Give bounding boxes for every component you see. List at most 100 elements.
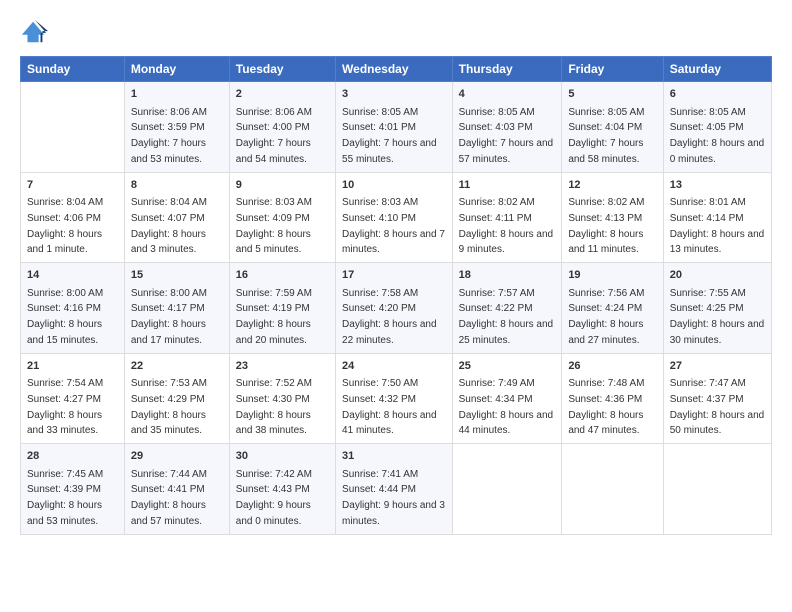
- day-number: 15: [131, 267, 223, 284]
- day-info: Sunrise: 7:58 AMSunset: 4:20 PMDaylight:…: [342, 288, 437, 346]
- day-info: Sunrise: 7:45 AMSunset: 4:39 PMDaylight:…: [27, 469, 103, 527]
- day-cell: 11 Sunrise: 8:02 AMSunset: 4:11 PMDayligh…: [452, 172, 562, 263]
- week-row-3: 21Sunrise: 7:54 AMSunset: 4:27 PMDayligh…: [21, 353, 772, 444]
- day-cell: [21, 82, 125, 173]
- day-number: 16: [236, 267, 329, 284]
- page: SundayMondayTuesdayWednesdayThursdayFrid…: [0, 0, 792, 612]
- day-number: 22: [131, 358, 223, 375]
- day-cell: 24 Sunrise: 7:50 AMSunset: 4:32 PMDayligh…: [336, 353, 453, 444]
- logo-icon: [20, 18, 48, 46]
- day-info: Sunrise: 7:55 AMSunset: 4:25 PMDaylight:…: [670, 288, 765, 346]
- day-number: 21: [27, 358, 118, 375]
- day-info: Sunrise: 7:50 AMSunset: 4:32 PMDaylight:…: [342, 378, 437, 436]
- day-info: Sunrise: 7:47 AMSunset: 4:37 PMDaylight:…: [670, 378, 765, 436]
- day-number: 4: [459, 86, 556, 103]
- week-row-4: 28Sunrise: 7:45 AMSunset: 4:39 PMDayligh…: [21, 444, 772, 535]
- day-cell: [562, 444, 663, 535]
- day-number: 24: [342, 358, 446, 375]
- day-cell: [663, 444, 771, 535]
- day-info: Sunrise: 8:01 AMSunset: 4:14 PMDaylight:…: [670, 197, 765, 255]
- day-cell: 30Sunrise: 7:42 AMSunset: 4:43 PMDayligh…: [229, 444, 335, 535]
- day-info: Sunrise: 7:41 AMSunset: 4:44 PMDaylight:…: [342, 469, 445, 527]
- col-header-sunday: Sunday: [21, 57, 125, 82]
- day-cell: 26 Sunrise: 7:48 AMSunset: 4:36 PMDayligh…: [562, 353, 663, 444]
- day-number: 9: [236, 177, 329, 194]
- day-number: 2: [236, 86, 329, 103]
- day-cell: 13 Sunrise: 8:01 AMSunset: 4:14 PMDayligh…: [663, 172, 771, 263]
- day-cell: 17Sunrise: 7:58 AMSunset: 4:20 PMDayligh…: [336, 263, 453, 354]
- day-info: Sunrise: 8:06 AMSunset: 4:00 PMDaylight:…: [236, 107, 312, 165]
- day-cell: 15 Sunrise: 8:00 AMSunset: 4:17 PMDayligh…: [124, 263, 229, 354]
- col-header-saturday: Saturday: [663, 57, 771, 82]
- day-number: 19: [568, 267, 656, 284]
- day-cell: 12 Sunrise: 8:02 AMSunset: 4:13 PMDayligh…: [562, 172, 663, 263]
- day-info: Sunrise: 8:03 AMSunset: 4:10 PMDaylight:…: [342, 197, 445, 255]
- day-info: Sunrise: 8:00 AMSunset: 4:17 PMDaylight:…: [131, 288, 207, 346]
- day-cell: 20 Sunrise: 7:55 AMSunset: 4:25 PMDayligh…: [663, 263, 771, 354]
- day-cell: 23 Sunrise: 7:52 AMSunset: 4:30 PMDayligh…: [229, 353, 335, 444]
- day-cell: 27 Sunrise: 7:47 AMSunset: 4:37 PMDayligh…: [663, 353, 771, 444]
- day-info: Sunrise: 7:48 AMSunset: 4:36 PMDaylight:…: [568, 378, 644, 436]
- day-info: Sunrise: 8:04 AMSunset: 4:06 PMDaylight:…: [27, 197, 103, 255]
- day-number: 31: [342, 448, 446, 465]
- col-header-friday: Friday: [562, 57, 663, 82]
- day-cell: 14Sunrise: 8:00 AMSunset: 4:16 PMDayligh…: [21, 263, 125, 354]
- day-number: 7: [27, 177, 118, 194]
- day-number: 18: [459, 267, 556, 284]
- day-number: 5: [568, 86, 656, 103]
- day-cell: 31 Sunrise: 7:41 AMSunset: 4:44 PMDayligh…: [336, 444, 453, 535]
- day-number: 11: [459, 177, 556, 194]
- week-row-1: 7 Sunrise: 8:04 AMSunset: 4:06 PMDaylight…: [21, 172, 772, 263]
- day-cell: 4 Sunrise: 8:05 AMSunset: 4:03 PMDaylight…: [452, 82, 562, 173]
- col-header-thursday: Thursday: [452, 57, 562, 82]
- day-cell: 25 Sunrise: 7:49 AMSunset: 4:34 PMDayligh…: [452, 353, 562, 444]
- day-cell: 6 Sunrise: 8:05 AMSunset: 4:05 PMDaylight…: [663, 82, 771, 173]
- day-cell: 28Sunrise: 7:45 AMSunset: 4:39 PMDayligh…: [21, 444, 125, 535]
- day-info: Sunrise: 8:05 AMSunset: 4:04 PMDaylight:…: [568, 107, 644, 165]
- day-cell: 22 Sunrise: 7:53 AMSunset: 4:29 PMDayligh…: [124, 353, 229, 444]
- day-cell: 5 Sunrise: 8:05 AMSunset: 4:04 PMDaylight…: [562, 82, 663, 173]
- day-number: 3: [342, 86, 446, 103]
- logo: [20, 18, 52, 46]
- day-number: 27: [670, 358, 765, 375]
- day-number: 13: [670, 177, 765, 194]
- day-cell: 9 Sunrise: 8:03 AMSunset: 4:09 PMDaylight…: [229, 172, 335, 263]
- day-cell: 19Sunrise: 7:56 AMSunset: 4:24 PMDayligh…: [562, 263, 663, 354]
- day-cell: 8 Sunrise: 8:04 AMSunset: 4:07 PMDaylight…: [124, 172, 229, 263]
- day-number: 30: [236, 448, 329, 465]
- day-info: Sunrise: 7:52 AMSunset: 4:30 PMDaylight:…: [236, 378, 312, 436]
- day-number: 29: [131, 448, 223, 465]
- day-cell: 10 Sunrise: 8:03 AMSunset: 4:10 PMDayligh…: [336, 172, 453, 263]
- day-cell: 3Sunrise: 8:05 AMSunset: 4:01 PMDaylight…: [336, 82, 453, 173]
- day-cell: 1Sunrise: 8:06 AMSunset: 3:59 PMDaylight…: [124, 82, 229, 173]
- day-number: 20: [670, 267, 765, 284]
- day-number: 8: [131, 177, 223, 194]
- col-header-wednesday: Wednesday: [336, 57, 453, 82]
- week-row-0: 1Sunrise: 8:06 AMSunset: 3:59 PMDaylight…: [21, 82, 772, 173]
- day-info: Sunrise: 8:03 AMSunset: 4:09 PMDaylight:…: [236, 197, 312, 255]
- col-header-monday: Monday: [124, 57, 229, 82]
- day-info: Sunrise: 8:04 AMSunset: 4:07 PMDaylight:…: [131, 197, 207, 255]
- col-header-tuesday: Tuesday: [229, 57, 335, 82]
- day-cell: 29 Sunrise: 7:44 AMSunset: 4:41 PMDayligh…: [124, 444, 229, 535]
- day-number: 14: [27, 267, 118, 284]
- day-cell: 7 Sunrise: 8:04 AMSunset: 4:06 PMDaylight…: [21, 172, 125, 263]
- day-info: Sunrise: 8:02 AMSunset: 4:11 PMDaylight:…: [459, 197, 554, 255]
- day-number: 6: [670, 86, 765, 103]
- day-info: Sunrise: 8:05 AMSunset: 4:03 PMDaylight:…: [459, 107, 554, 165]
- day-info: Sunrise: 7:53 AMSunset: 4:29 PMDaylight:…: [131, 378, 207, 436]
- day-number: 23: [236, 358, 329, 375]
- day-info: Sunrise: 7:44 AMSunset: 4:41 PMDaylight:…: [131, 469, 207, 527]
- day-cell: 18Sunrise: 7:57 AMSunset: 4:22 PMDayligh…: [452, 263, 562, 354]
- day-info: Sunrise: 8:05 AMSunset: 4:05 PMDaylight:…: [670, 107, 765, 165]
- day-cell: [452, 444, 562, 535]
- day-cell: 2 Sunrise: 8:06 AMSunset: 4:00 PMDaylight…: [229, 82, 335, 173]
- week-row-2: 14Sunrise: 8:00 AMSunset: 4:16 PMDayligh…: [21, 263, 772, 354]
- day-info: Sunrise: 7:49 AMSunset: 4:34 PMDaylight:…: [459, 378, 554, 436]
- day-info: Sunrise: 8:02 AMSunset: 4:13 PMDaylight:…: [568, 197, 644, 255]
- day-number: 12: [568, 177, 656, 194]
- day-number: 26: [568, 358, 656, 375]
- day-number: 10: [342, 177, 446, 194]
- header-row: SundayMondayTuesdayWednesdayThursdayFrid…: [21, 57, 772, 82]
- day-number: 25: [459, 358, 556, 375]
